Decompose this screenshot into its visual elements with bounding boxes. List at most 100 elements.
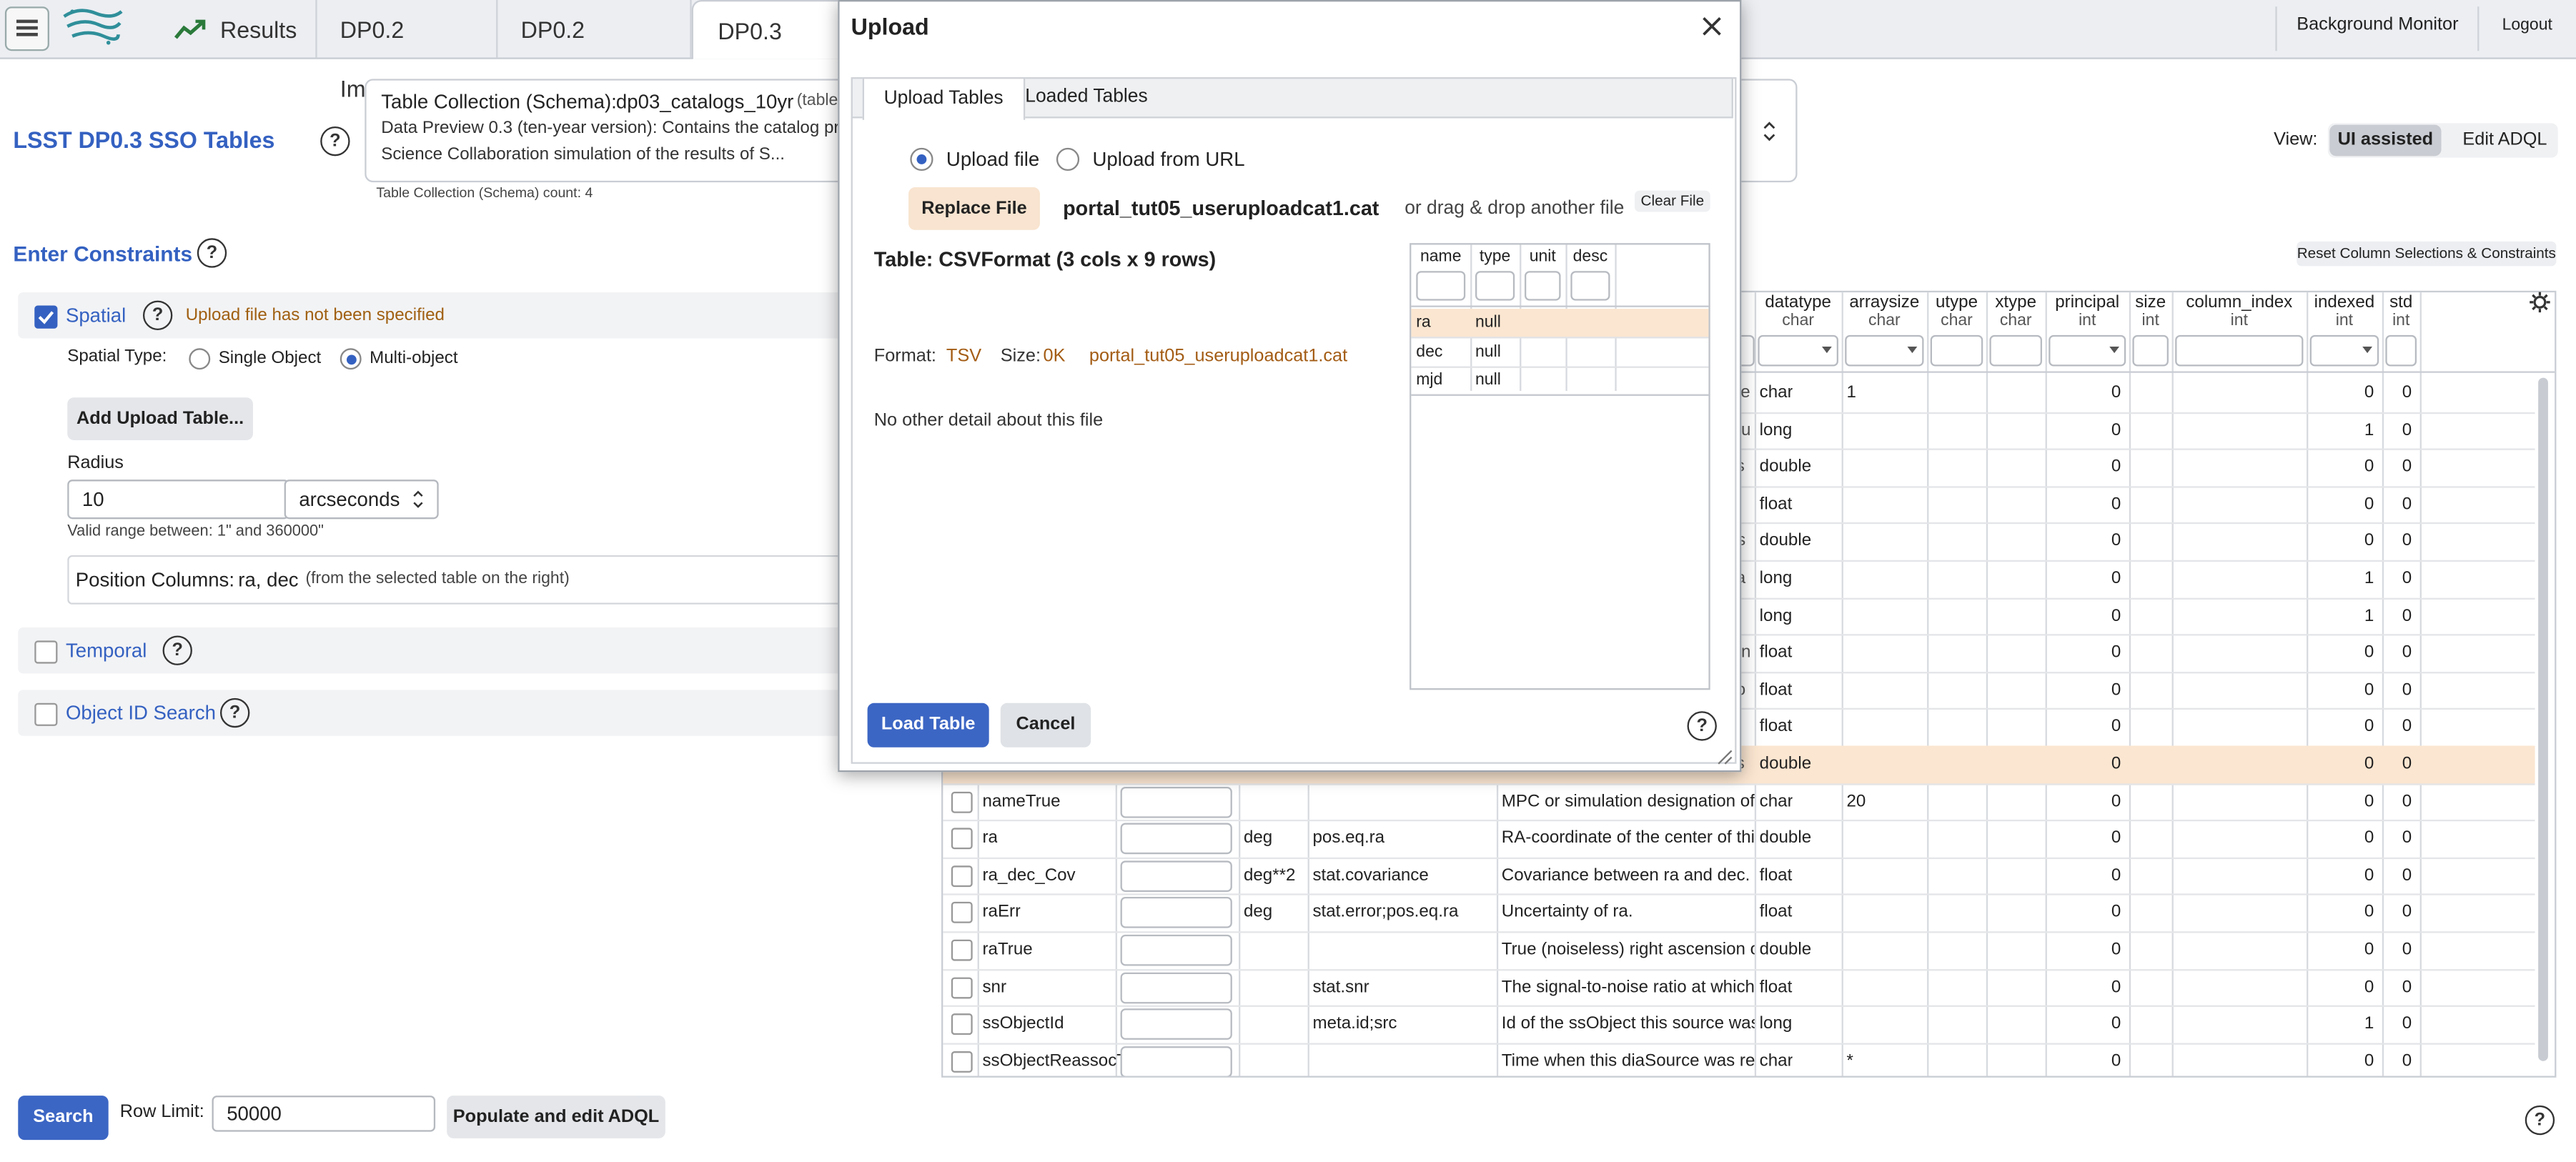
tab-dp02-catalogs[interactable]: DP0.2 Catalogs bbox=[497, 0, 692, 102]
column-filter-input[interactable] bbox=[2385, 334, 2417, 367]
multi-object-radio[interactable] bbox=[340, 348, 362, 370]
temporal-checkbox[interactable] bbox=[34, 640, 58, 664]
column-header-utype[interactable]: utype char bbox=[1927, 292, 1986, 332]
row-select-checkbox[interactable] bbox=[951, 939, 973, 961]
column-indexed: 0 bbox=[2364, 939, 2374, 960]
tab-results[interactable]: Results bbox=[151, 0, 317, 58]
help-icon[interactable]: ? bbox=[219, 697, 250, 728]
column-header-arraysize[interactable]: arraysize char bbox=[1842, 292, 1928, 332]
preview-filter-input[interactable] bbox=[1524, 271, 1561, 301]
preview-header-desc[interactable]: desc bbox=[1565, 248, 1615, 266]
upload-url-radio[interactable] bbox=[1056, 147, 1080, 172]
load-table-button[interactable]: Load Table bbox=[867, 702, 989, 748]
column-constraint-input[interactable] bbox=[1120, 897, 1232, 929]
column-header-principal[interactable]: principal int bbox=[2046, 292, 2129, 332]
close-icon[interactable] bbox=[1700, 15, 1723, 38]
preview-header-type[interactable]: type bbox=[1470, 248, 1520, 266]
gear-icon[interactable] bbox=[2528, 291, 2551, 314]
table-scrollbar[interactable] bbox=[2538, 377, 2548, 1061]
radius-unit-select[interactable]: arcseconds bbox=[284, 480, 439, 520]
upload-file-radio[interactable] bbox=[910, 147, 933, 172]
tab-loaded-tables[interactable]: Loaded Tables bbox=[1006, 77, 1168, 116]
replace-file-button[interactable]: Replace File bbox=[908, 187, 1040, 230]
ui-assisted-button[interactable]: UI assisted bbox=[2329, 124, 2442, 157]
help-icon[interactable]: ? bbox=[1687, 711, 1717, 741]
edit-adql-button[interactable]: Edit ADQL bbox=[2462, 130, 2547, 150]
column-datatype: long bbox=[1759, 605, 1793, 625]
temporal-label[interactable]: Temporal bbox=[66, 639, 147, 662]
column-principal: 0 bbox=[2111, 457, 2121, 477]
row-select-checkbox[interactable] bbox=[951, 1013, 973, 1036]
background-monitor-button[interactable]: Background Monitor bbox=[2297, 15, 2458, 35]
search-button[interactable]: Search bbox=[18, 1096, 109, 1141]
column-header-type: char bbox=[1999, 312, 2032, 330]
column-indexed: 0 bbox=[2364, 865, 2374, 885]
preview-header-name[interactable]: name bbox=[1411, 248, 1470, 266]
column-constraint-input[interactable] bbox=[1120, 823, 1232, 855]
add-upload-table-button[interactable]: Add Upload Table... bbox=[67, 397, 253, 440]
column-filter-input[interactable] bbox=[2175, 334, 2304, 367]
column-constraint-input[interactable] bbox=[1120, 1008, 1232, 1041]
cancel-button[interactable]: Cancel bbox=[1000, 702, 1091, 748]
spatial-checkbox[interactable] bbox=[34, 305, 58, 329]
column-header-column_index[interactable]: column_index int bbox=[2172, 292, 2307, 332]
row-select-checkbox[interactable] bbox=[951, 1051, 973, 1073]
column-header-xtype[interactable]: xtype char bbox=[1986, 292, 2046, 332]
preview-row[interactable] bbox=[1411, 337, 1709, 367]
help-icon[interactable]: ? bbox=[162, 635, 192, 665]
column-constraint-input[interactable] bbox=[1120, 971, 1232, 1003]
size-value: 0K bbox=[1043, 346, 1066, 367]
logout-button[interactable]: Logout bbox=[2502, 16, 2552, 34]
single-object-radio[interactable] bbox=[189, 348, 211, 370]
column-constraint-input[interactable] bbox=[1120, 1046, 1232, 1076]
populate-edit-adql-button[interactable]: Populate and edit ADQL bbox=[447, 1096, 665, 1138]
preview-row[interactable] bbox=[1411, 309, 1709, 339]
column-filter-input[interactable] bbox=[2132, 334, 2169, 367]
help-icon[interactable]: ? bbox=[2525, 1105, 2555, 1136]
preview-filter-input[interactable] bbox=[1475, 271, 1515, 301]
preview-row[interactable] bbox=[1411, 367, 1709, 396]
resize-handle-icon[interactable] bbox=[1717, 749, 1733, 765]
column-filter-input[interactable] bbox=[1930, 334, 1983, 367]
preview-filter-input[interactable] bbox=[1416, 271, 1466, 301]
spatial-label[interactable]: Spatial bbox=[66, 304, 126, 327]
file-name-link[interactable]: portal_tut05_useruploadcat1.cat bbox=[1089, 347, 1347, 367]
column-header-size[interactable]: size int bbox=[2129, 292, 2172, 332]
row-limit-input[interactable]: 50000 bbox=[212, 1096, 436, 1132]
column-constraint-input[interactable] bbox=[1120, 934, 1232, 966]
column-ucd: pos.eq.ra bbox=[1312, 828, 1385, 848]
radius-input[interactable]: 10 bbox=[67, 480, 289, 520]
column-header-std[interactable]: std int bbox=[2382, 292, 2420, 332]
row-select-checkbox[interactable] bbox=[951, 828, 973, 850]
preview-header-unit[interactable]: unit bbox=[1520, 248, 1565, 266]
object-id-search-checkbox[interactable] bbox=[34, 702, 58, 726]
help-icon[interactable]: ? bbox=[320, 126, 350, 157]
column-constraint-input[interactable] bbox=[1120, 786, 1232, 818]
column-header-indexed[interactable]: indexed int bbox=[2307, 292, 2382, 332]
preview-column-name: ra bbox=[1416, 314, 1431, 332]
column-filter-input[interactable] bbox=[2309, 334, 2379, 367]
row-select-checkbox[interactable] bbox=[951, 865, 973, 887]
column-filter-input[interactable] bbox=[1845, 334, 1924, 367]
row-select-checkbox[interactable] bbox=[951, 976, 973, 998]
reset-columns-button[interactable]: Reset Column Selections & Constraints bbox=[2297, 241, 2557, 267]
column-filter-input[interactable] bbox=[1758, 334, 1838, 367]
row-select-checkbox[interactable] bbox=[951, 790, 973, 813]
column-ucd: stat.snr bbox=[1312, 976, 1369, 997]
column-filter-input[interactable] bbox=[2049, 334, 2126, 367]
help-icon[interactable]: ? bbox=[142, 300, 173, 330]
tab-dp02-images[interactable]: DP0.2 Images bbox=[317, 0, 498, 102]
hamburger-menu-button[interactable] bbox=[4, 6, 49, 51]
column-constraint-input[interactable] bbox=[1120, 860, 1232, 892]
tab-upload-tables[interactable]: Upload Tables bbox=[862, 77, 1025, 120]
preview-filter-input[interactable] bbox=[1570, 271, 1610, 301]
help-icon[interactable]: ? bbox=[197, 238, 227, 268]
clear-file-button[interactable]: Clear File bbox=[1634, 190, 1710, 212]
object-id-search-label[interactable]: Object ID Search bbox=[66, 701, 216, 724]
row-select-checkbox[interactable] bbox=[951, 902, 973, 924]
upload-dialog: Upload Upload Tables Loaded Tables Uploa… bbox=[838, 0, 1742, 773]
drag-drop-hint[interactable]: or drag & drop another file bbox=[1405, 199, 1624, 219]
column-header-name: datatype bbox=[1765, 292, 1831, 312]
column-filter-input[interactable] bbox=[1989, 334, 2042, 367]
column-header-datatype[interactable]: datatype char bbox=[1755, 292, 1842, 332]
